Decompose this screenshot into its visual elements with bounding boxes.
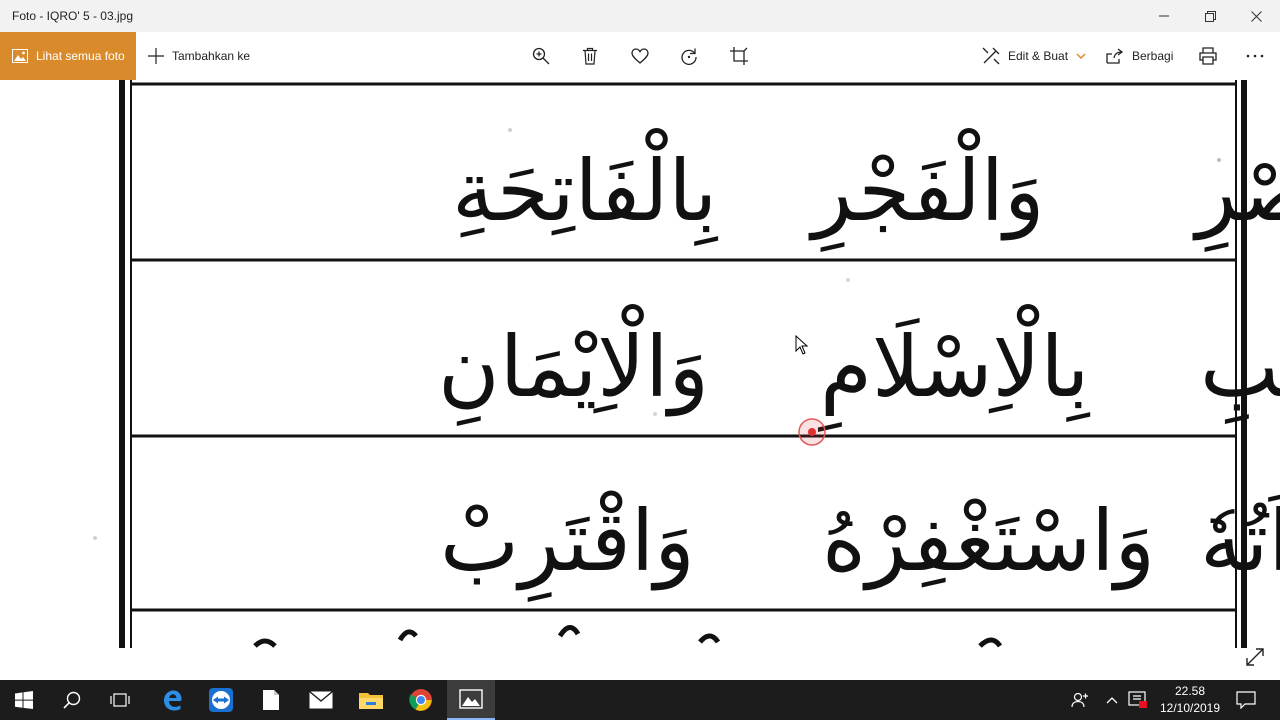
share-label: Berbagi [1132, 49, 1174, 63]
photos-icon [459, 689, 483, 709]
rotate-icon [681, 48, 697, 65]
mail-icon [309, 691, 333, 709]
minimize-icon [1159, 15, 1169, 17]
tray-app-button[interactable] [1118, 680, 1158, 720]
file-icon [263, 690, 279, 710]
plus-icon [148, 48, 164, 64]
tray-app-icon [1128, 691, 1147, 708]
print-button[interactable] [1199, 32, 1217, 80]
close-button[interactable] [1233, 0, 1279, 32]
print-icon [1199, 47, 1217, 65]
share-button[interactable]: Berbagi [1106, 32, 1173, 80]
zoom-icon [532, 47, 550, 65]
edit-create-button[interactable]: Edit & Buat [982, 32, 1086, 80]
rotate-button[interactable] [680, 32, 698, 80]
photo-icon [12, 49, 28, 63]
edit-icon [982, 47, 1000, 65]
see-all-photos-button[interactable]: Lihat semua foto [0, 32, 136, 80]
photos-toolbar: Lihat semua foto Tambahkan ke Edit & Bua… [0, 32, 1280, 80]
search-button[interactable] [48, 680, 96, 720]
arabic-word: وَالْفَجْرِ [808, 128, 1045, 253]
arabic-word: وَاسْتَغْفِرْهُ [822, 492, 1155, 591]
photo-viewer[interactable]: وَالْعَصْرِ وَالْفَجْرِ بِالْفَاتِحَةِ ف… [0, 80, 1280, 648]
notification-icon [1236, 691, 1256, 709]
teamviewer-taskbar-button[interactable] [197, 680, 245, 720]
more-icon [1246, 54, 1264, 58]
mouse-cursor [795, 335, 809, 355]
minimize-button[interactable] [1141, 0, 1187, 32]
crop-button[interactable] [730, 32, 748, 80]
file-explorer-taskbar-button[interactable] [347, 680, 395, 720]
task-view-icon [110, 693, 130, 707]
file-explorer-icon [359, 693, 383, 709]
clock-time: 22.58 [1174, 684, 1206, 698]
arabic-word: وَامْرَاَتُهٗ [1200, 492, 1280, 591]
share-icon [1106, 48, 1124, 64]
edit-create-label: Edit & Buat [1008, 49, 1069, 63]
heart-icon [631, 48, 649, 64]
chrome-icon [409, 689, 432, 711]
task-view-button[interactable] [96, 680, 144, 720]
close-icon [1250, 10, 1262, 22]
arabic-word: وَالْعَصْرِ [1192, 128, 1280, 253]
people-icon [1071, 692, 1088, 708]
edge-taskbar-button[interactable] [148, 680, 196, 720]
arabic-word: وَالْاِيْمَانِ [438, 304, 709, 427]
add-to-label: Tambahkan ke [172, 49, 251, 63]
click-indicator [798, 418, 826, 446]
restore-icon [1204, 10, 1216, 22]
chevron-down-icon [1076, 53, 1086, 59]
window-title: Foto - IQRO' 5 - 03.jpg [12, 9, 134, 23]
arabic-word: وَاقْتَرِبْ [440, 490, 695, 603]
edge-icon [164, 690, 182, 711]
delete-button[interactable] [582, 32, 598, 80]
action-center-button[interactable] [1224, 680, 1268, 720]
scanned-page: وَالْعَصْرِ وَالْفَجْرِ بِالْفَاتِحَةِ ف… [0, 80, 1280, 648]
zoom-button[interactable] [532, 32, 550, 80]
more-options-button[interactable] [1246, 32, 1264, 80]
taskbar: 22.58 12/10/2019 [0, 680, 1280, 720]
windows-start-icon [15, 691, 33, 709]
expand-icon [1246, 648, 1264, 666]
trash-icon [583, 47, 597, 65]
teamviewer-icon [209, 688, 233, 712]
mail-taskbar-button[interactable] [297, 680, 345, 720]
photos-taskbar-button[interactable] [447, 680, 495, 720]
clock-date: 12/10/2019 [1159, 701, 1221, 715]
chrome-taskbar-button[interactable] [397, 680, 445, 720]
arabic-word: بِالْفَاتِحَةِ [452, 128, 718, 247]
start-button[interactable] [0, 680, 48, 720]
search-icon [63, 691, 81, 709]
fullscreen-button[interactable] [1244, 646, 1268, 670]
file-taskbar-button[interactable] [247, 680, 295, 720]
title-bar: Foto - IQRO' 5 - 03.jpg [0, 0, 1280, 32]
see-all-photos-label: Lihat semua foto [36, 49, 125, 63]
favorite-button[interactable] [631, 32, 649, 80]
add-to-button[interactable]: Tambahkan ke [148, 32, 250, 80]
chevron-up-icon [1106, 697, 1118, 704]
clock[interactable]: 22.58 12/10/2019 [1154, 683, 1226, 717]
crop-icon [730, 47, 748, 65]
restore-button[interactable] [1187, 0, 1233, 32]
arabic-word: بِالْاِسْلَامِ [818, 304, 1090, 433]
arabic-word: فِى الْكِتٰبِ [1200, 304, 1280, 425]
